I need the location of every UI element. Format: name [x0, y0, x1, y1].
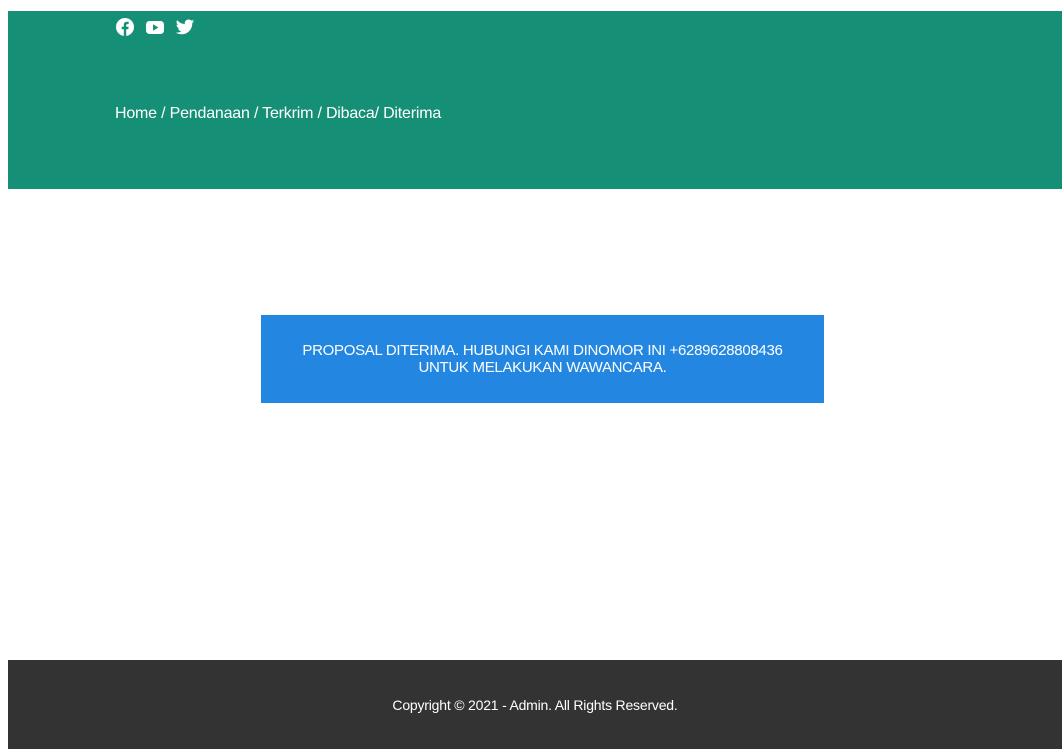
breadcrumb-pendanaan[interactable]: Pendanaan [170, 105, 250, 122]
breadcrumb-separator: / [156, 105, 170, 122]
youtube-icon [146, 21, 164, 34]
facebook-link[interactable] [115, 17, 135, 37]
breadcrumb-separator: / [249, 105, 263, 122]
facebook-icon [116, 18, 134, 36]
breadcrumb-current-diterima: Diterima [383, 105, 442, 122]
footer: Copyright © 2021 - Admin. All Rights Res… [8, 660, 1062, 749]
youtube-link[interactable] [145, 17, 165, 37]
breadcrumb-terkrim[interactable]: Terkrim [262, 105, 313, 122]
notice-message: PROPOSAL DITERIMA. HUBUNGI KAMI DINOMOR … [302, 342, 783, 376]
header-banner: Home / Pendanaan / Terkrim / Dibaca/ Dit… [8, 11, 1062, 189]
breadcrumb-dibaca[interactable]: Dibaca [326, 105, 375, 122]
twitter-icon [175, 19, 195, 35]
breadcrumb-separator: / [313, 105, 326, 122]
breadcrumb-separator: / [374, 105, 384, 122]
twitter-link[interactable] [175, 17, 195, 37]
social-links [115, 17, 195, 37]
breadcrumb: Home / Pendanaan / Terkrim / Dibaca/ Dit… [115, 105, 441, 123]
breadcrumb-home[interactable]: Home [115, 105, 157, 122]
proposal-accepted-notice: PROPOSAL DITERIMA. HUBUNGI KAMI DINOMOR … [261, 315, 824, 403]
page: Home / Pendanaan / Terkrim / Dibaca/ Dit… [0, 0, 1062, 749]
footer-copyright: Copyright © 2021 - Admin. All Rights Res… [392, 696, 678, 713]
